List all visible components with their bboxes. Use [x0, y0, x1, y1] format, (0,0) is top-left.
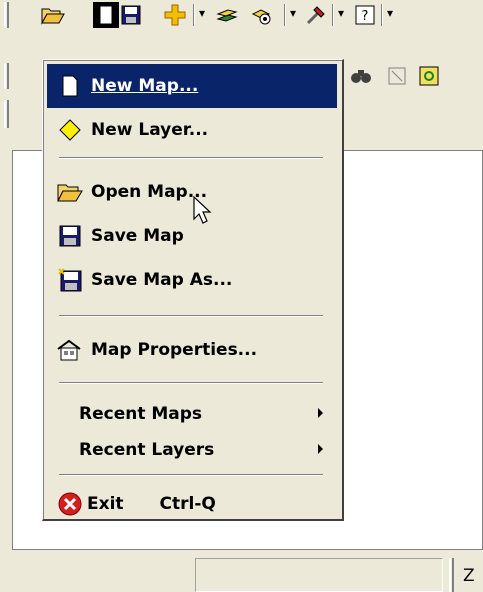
mouse-pointer-icon	[193, 195, 213, 231]
menu-item-map-properties[interactable]: Map Properties...	[47, 328, 337, 372]
dropdown-arrow-icon[interactable]: ▾	[199, 6, 205, 20]
toolbar-grip[interactable]	[4, 2, 9, 28]
new-document-icon[interactable]	[93, 2, 119, 28]
dropdown-arrow-icon[interactable]: ▾	[290, 6, 296, 20]
properties-icon	[55, 335, 85, 365]
menu-separator	[59, 157, 323, 159]
menu-item-recent-layers[interactable]: Recent Layers	[47, 428, 337, 472]
menu-item-label: New Layer...	[91, 120, 209, 140]
layer-properties-icon[interactable]	[248, 2, 274, 28]
open-folder-icon[interactable]	[40, 2, 66, 28]
dropdown-arrow-icon[interactable]: ▾	[338, 6, 344, 20]
menu-item-exit[interactable]: Exit Ctrl-Q	[47, 486, 337, 522]
status-panel	[195, 558, 443, 592]
toolbar-separator	[284, 4, 286, 26]
status-zoom-text: Z	[463, 566, 475, 586]
menu-separator	[59, 474, 323, 476]
status-divider	[449, 558, 454, 592]
toolbar-separator	[381, 4, 383, 26]
menu-item-label: Map Properties...	[91, 340, 258, 360]
new-document-icon	[55, 71, 85, 101]
menu-item-label: Recent Maps	[79, 404, 203, 424]
menu-separator	[59, 315, 323, 317]
refresh-icon[interactable]	[416, 63, 442, 89]
find-binoculars-icon[interactable]	[348, 63, 374, 89]
menu-item-label: Save Map	[91, 226, 184, 246]
menu-separator	[59, 382, 323, 384]
file-menu: New Map... New Layer... Open Map... Save…	[42, 59, 344, 521]
svg-text:?: ?	[362, 9, 369, 24]
menu-item-save-map-as[interactable]: Save Map As...	[47, 258, 337, 302]
exit-x-icon	[55, 489, 85, 519]
submenu-arrow-icon	[318, 408, 323, 418]
help-icon[interactable]: ?	[352, 2, 378, 28]
menu-item-label: New Map...	[91, 76, 199, 96]
menu-item-save-map[interactable]: Save Map	[47, 214, 337, 258]
menu-item-open-map[interactable]: Open Map...	[47, 170, 337, 214]
menu-item-shortcut: Ctrl-Q	[159, 494, 216, 514]
open-folder-icon	[55, 177, 85, 207]
menu-item-label: Save Map As...	[91, 270, 233, 290]
menu-item-new-layer[interactable]: New Layer...	[47, 108, 337, 152]
add-plus-icon[interactable]	[162, 2, 188, 28]
new-layer-diamond-icon	[55, 115, 85, 145]
menu-item-label: Open Map...	[91, 182, 208, 202]
menu-item-new-map[interactable]: New Map...	[47, 64, 337, 108]
toolbar-separator	[332, 4, 334, 26]
toolbar-grip[interactable]	[4, 63, 9, 89]
status-bar: Z	[0, 552, 483, 592]
toolbar-grip[interactable]	[4, 100, 9, 128]
menu-item-label: Exit	[87, 494, 124, 514]
dropdown-arrow-icon[interactable]: ▾	[387, 6, 393, 20]
save-as-floppy-icon	[55, 265, 85, 295]
tools-icon[interactable]	[303, 2, 329, 28]
menu-item-label: Recent Layers	[79, 440, 215, 460]
submenu-arrow-icon	[318, 444, 323, 454]
layers-icon[interactable]	[214, 2, 240, 28]
floppy-disk-icon	[55, 221, 85, 251]
floppy-disk-icon[interactable]	[118, 2, 144, 28]
main-toolbar: ▾ ▾ ▾ ? ▾	[0, 0, 483, 30]
zoom-extent-icon[interactable]	[384, 63, 410, 89]
toolbar-separator	[193, 4, 195, 26]
